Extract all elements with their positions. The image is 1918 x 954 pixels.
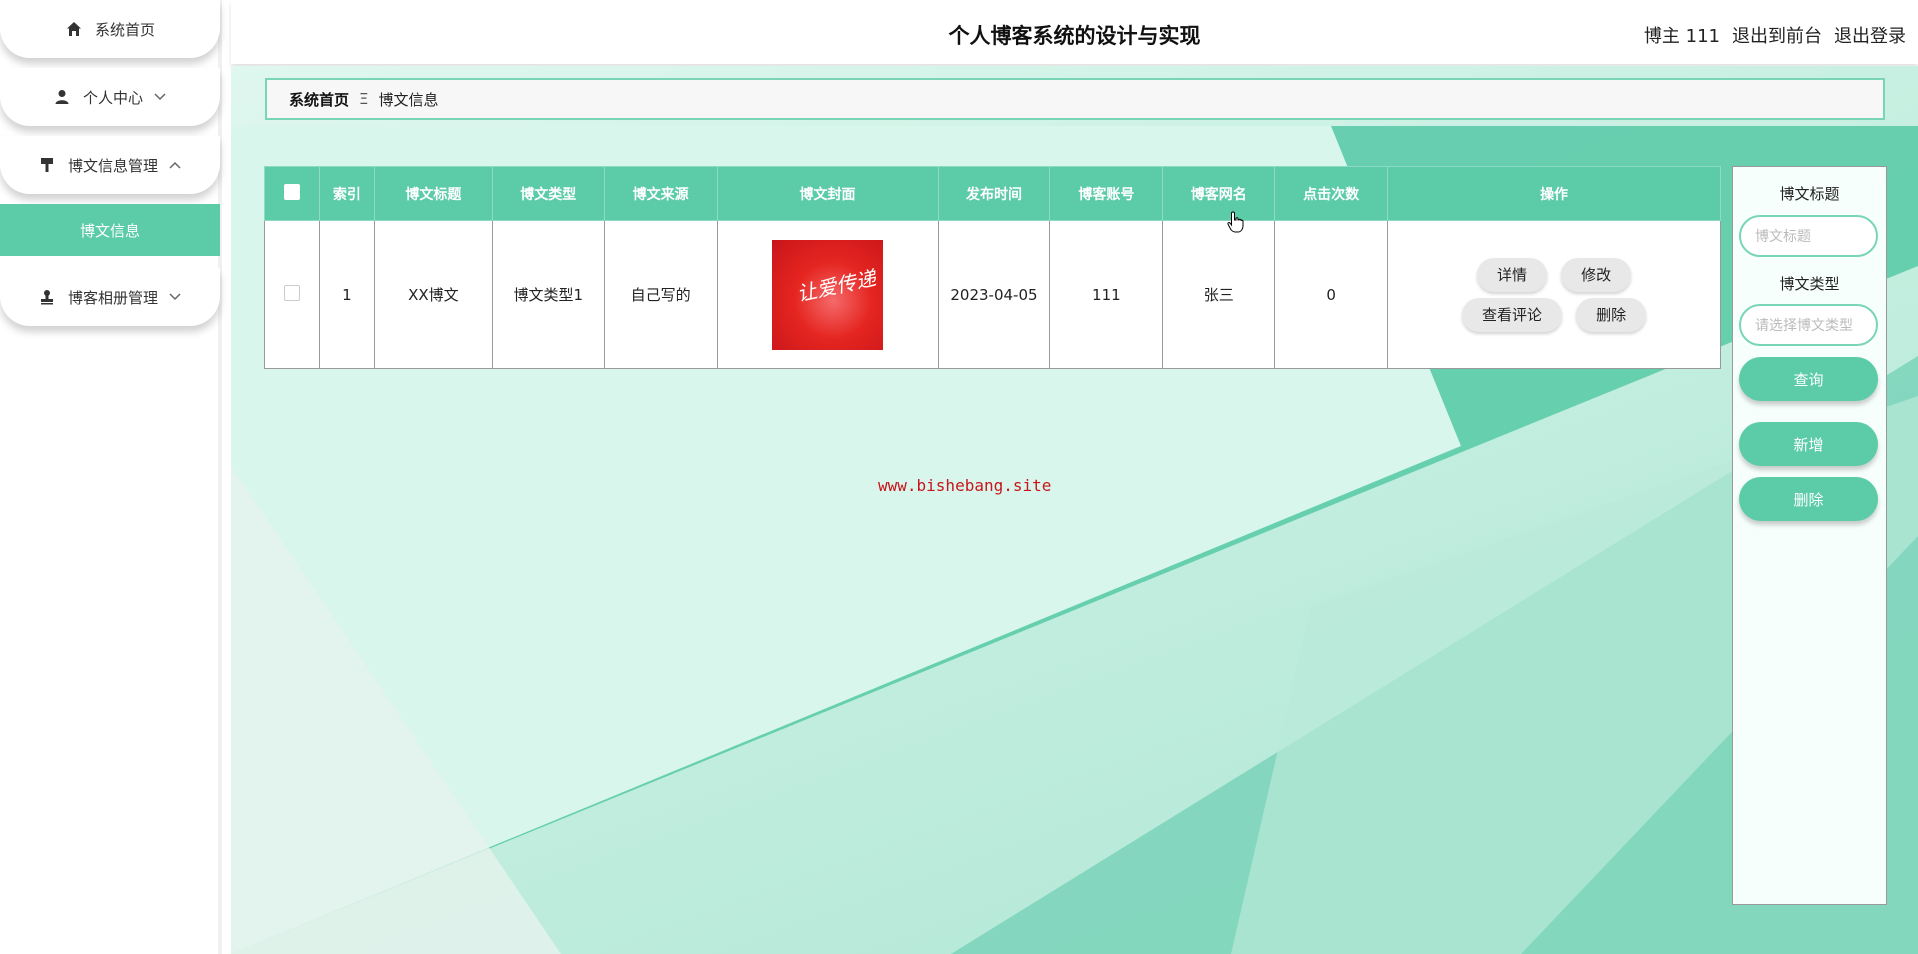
sidebar-subitem-label: 博文信息 [79,221,140,240]
column-header: 发布时间 [937,166,1051,221]
hand-cursor-icon [1227,211,1244,233]
sidebar-subitem-blog-info[interactable]: 博文信息 [0,204,220,256]
table-header-row: 索引 博文标题 博文类型 博文来源 博文封面 发布时间 博客账号 博客网名 点击… [264,166,1721,221]
user-icon [53,88,71,106]
cell-index: 1 [318,220,375,369]
chevron-down-icon [153,90,167,104]
watermark-text: www.bishebang.site [878,476,1052,495]
delete-button[interactable]: 删除 [1739,477,1878,521]
type-filter-label: 博文类型 [1779,275,1840,293]
cell-nickname: 张三 [1162,220,1276,369]
type-select[interactable] [1739,304,1878,346]
edit-button[interactable]: 修改 [1561,257,1632,292]
table-row: 1 XX博文 博文类型1 自己写的 让爱传递 2023-04-05 111 张三… [264,220,1721,369]
view-comments-button[interactable]: 查看评论 [1462,297,1563,332]
sidebar-item-label: 个人中心 [82,88,143,107]
column-header: 博文标题 [373,166,493,221]
sidebar-item-label: 博客相册管理 [67,288,158,307]
row-select-cell[interactable] [264,220,320,369]
sidebar: 系统首页 个人中心 博文信息管理 博文信息 博客相册管理 [0,0,222,954]
sidebar-item-label: 博文信息管理 [67,156,158,175]
cover-image[interactable]: 让爱传递 [772,239,884,350]
sidebar-item-profile[interactable]: 个人中心 [0,68,220,126]
sidebar-item-label: 系统首页 [94,20,155,39]
breadcrumb-current: 博文信息 [378,90,439,109]
cell-clicks: 0 [1274,220,1389,369]
title-search-input[interactable] [1739,215,1878,257]
sidebar-item-blog-management[interactable]: 博文信息管理 [0,136,220,194]
cell-account: 111 [1049,220,1164,369]
cover-image-text: 让爱传递 [794,265,878,306]
blog-table: 索引 博文标题 博文类型 博文来源 博文封面 发布时间 博客账号 博客网名 点击… [264,166,1721,369]
header-select-all[interactable] [264,166,320,221]
column-header: 点击次数 [1274,166,1389,221]
column-header: 博客网名 [1162,166,1276,221]
sidebar-item-home[interactable]: 系统首页 [0,0,220,58]
cell-date: 2023-04-05 [937,220,1051,369]
breadcrumb-home[interactable]: 系统首页 [289,89,349,110]
chevron-down-icon [168,290,182,304]
title-filter-label: 博文标题 [1779,185,1840,203]
logout-link[interactable]: 退出登录 [1834,22,1906,48]
column-header: 博客账号 [1049,166,1164,221]
user-name: 博主 111 [1643,26,1720,47]
user-area: 博主 111 退出到前台 退出登录 [1644,22,1906,48]
select-all-checkbox[interactable] [283,183,300,200]
cell-type: 博文类型1 [491,220,605,369]
main-content: 系统首页 Ξ 博文信息 索引 博文标题 博文类型 博文来源 博文封面 发布时间 … [231,66,1918,954]
delete-row-button[interactable]: 删除 [1576,297,1647,332]
top-header: 个人博客系统的设计与实现 博主 111 退出到前台 退出登录 [231,0,1918,64]
column-header: 博文类型 [491,166,605,221]
detail-button[interactable]: 详情 [1477,257,1548,292]
breadcrumb-separator: Ξ [359,90,369,108]
search-button[interactable]: 查询 [1739,357,1878,401]
column-header: 索引 [318,166,375,221]
add-button[interactable]: 新增 [1739,422,1878,466]
cell-source: 自己写的 [603,220,718,369]
filter-panel: 博文标题 博文类型 查询 新增 删除 [1732,166,1887,905]
row-checkbox[interactable] [283,284,300,301]
home-icon [65,20,83,38]
back-to-front-link[interactable]: 退出到前台 [1732,22,1822,48]
sidebar-item-album-management[interactable]: 博客相册管理 [0,268,220,326]
column-header: 博文来源 [603,166,718,221]
brush-icon [38,156,56,174]
cell-cover: 让爱传递 [716,220,939,369]
column-header: 博文封面 [716,166,939,221]
stamp-icon [38,288,56,306]
cell-actions: 详情 修改 查看评论 删除 [1387,220,1721,369]
cell-title: XX博文 [373,220,493,369]
breadcrumb: 系统首页 Ξ 博文信息 [265,78,1885,120]
chevron-up-icon [168,158,182,172]
column-header: 操作 [1387,166,1721,221]
